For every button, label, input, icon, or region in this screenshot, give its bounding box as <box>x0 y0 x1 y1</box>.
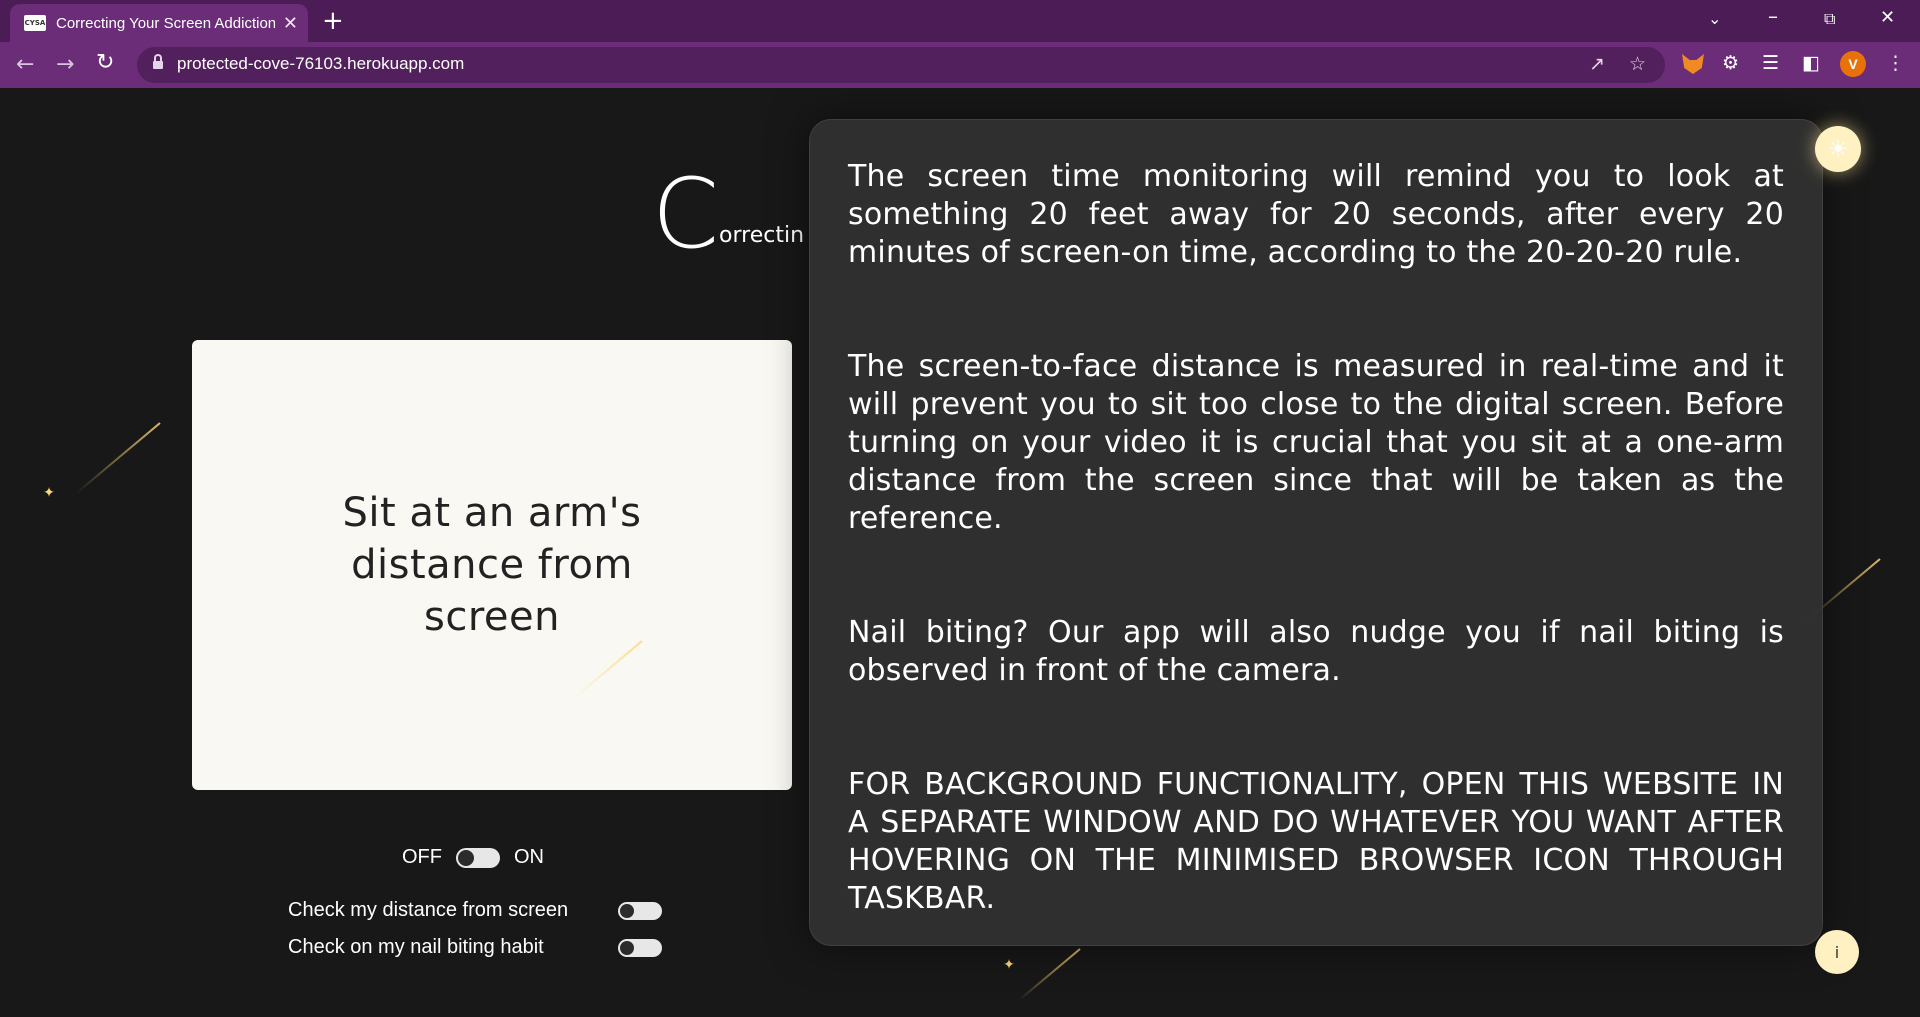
tab-title: Correcting Your Screen Addiction <box>56 14 275 32</box>
title-rest: orrectin <box>719 223 805 248</box>
puzzle-extensions-icon[interactable]: ⚙ <box>1722 52 1739 74</box>
side-panel-icon[interactable]: ◧ <box>1802 52 1820 74</box>
star-icon[interactable]: ☆ <box>1629 53 1646 75</box>
browser-tab[interactable]: CYSA Correcting Your Screen Addiction ✕ <box>10 4 308 42</box>
metamask-fox-icon[interactable] <box>1682 54 1704 74</box>
back-arrow-icon[interactable]: ← <box>16 52 34 77</box>
distance-check-label: Check my distance from screen <box>288 899 569 921</box>
forward-arrow-icon[interactable]: → <box>56 52 74 77</box>
share-icon[interactable]: ↗ <box>1589 53 1605 75</box>
minimize-icon[interactable]: – <box>1768 4 1778 28</box>
close-window-icon[interactable]: ✕ <box>1880 7 1895 28</box>
media-queue-icon[interactable]: ☰ <box>1762 52 1779 74</box>
page-content: ✦ ✦ Correctin Sit at an arm's distance f… <box>0 88 1920 1017</box>
master-toggle-switch[interactable] <box>456 847 500 868</box>
info-overlay-panel: The screen time monitoring will remind y… <box>809 119 1823 946</box>
master-toggle-row: OFF ON <box>402 846 544 869</box>
close-tab-icon[interactable]: ✕ <box>283 13 298 34</box>
info-button[interactable]: i <box>1815 930 1859 974</box>
theme-toggle-button[interactable]: ☀ <box>1815 126 1861 172</box>
address-bar[interactable]: protected-cove-76103.herokuapp.com ↗ ☆ <box>137 47 1665 83</box>
browser-toolbar: ← → ↻ protected-cove-76103.herokuapp.com… <box>0 42 1920 88</box>
tab-search-icon[interactable]: ⌄ <box>1708 9 1721 28</box>
star-icon: ✦ <box>43 485 55 501</box>
restore-icon[interactable]: ⧉ <box>1824 9 1835 29</box>
info-paragraph-nail-biting: Nail biting? Our app will also nudge you… <box>848 615 1784 688</box>
off-label: OFF <box>402 846 442 868</box>
video-placeholder-card: Sit at an arm's distance from screen <box>192 340 792 790</box>
browser-tab-bar: CYSA Correcting Your Screen Addiction ✕ … <box>0 0 1920 42</box>
distance-check-row: Check my distance from screen <box>288 899 662 922</box>
profile-avatar[interactable]: V <box>1840 51 1866 77</box>
sun-icon: ☀ <box>1827 135 1849 163</box>
new-tab-button[interactable]: + <box>322 6 344 36</box>
reload-icon[interactable]: ↻ <box>96 50 114 75</box>
shooting-star-decoration <box>75 422 161 495</box>
on-label: ON <box>514 846 544 868</box>
nail-biting-check-toggle[interactable] <box>618 938 662 957</box>
shooting-star-decoration <box>572 640 643 700</box>
info-paragraph-screen-time: The screen time monitoring will remind y… <box>848 159 1784 270</box>
info-paragraph-distance: The screen-to-face distance is measured … <box>848 349 1784 536</box>
shooting-star-decoration <box>1018 948 1081 1002</box>
nail-biting-check-row: Check on my nail biting habit <box>288 936 662 959</box>
kebab-menu-icon[interactable]: ⋮ <box>1886 52 1905 74</box>
lock-icon[interactable] <box>153 54 163 71</box>
favicon-icon: CYSA <box>24 15 46 31</box>
title-initial: C <box>652 158 720 270</box>
url-text[interactable]: protected-cove-76103.herokuapp.com <box>177 54 464 74</box>
card-instruction-text: Sit at an arm's distance from screen <box>342 490 642 640</box>
distance-check-toggle[interactable] <box>618 901 662 920</box>
star-icon: ✦ <box>1003 957 1015 973</box>
page-title: Correctin <box>652 158 804 270</box>
info-paragraph-background: FOR BACKGROUND FUNCTIONALITY, OPEN THIS … <box>848 767 1784 916</box>
nail-biting-check-label: Check on my nail biting habit <box>288 936 544 958</box>
